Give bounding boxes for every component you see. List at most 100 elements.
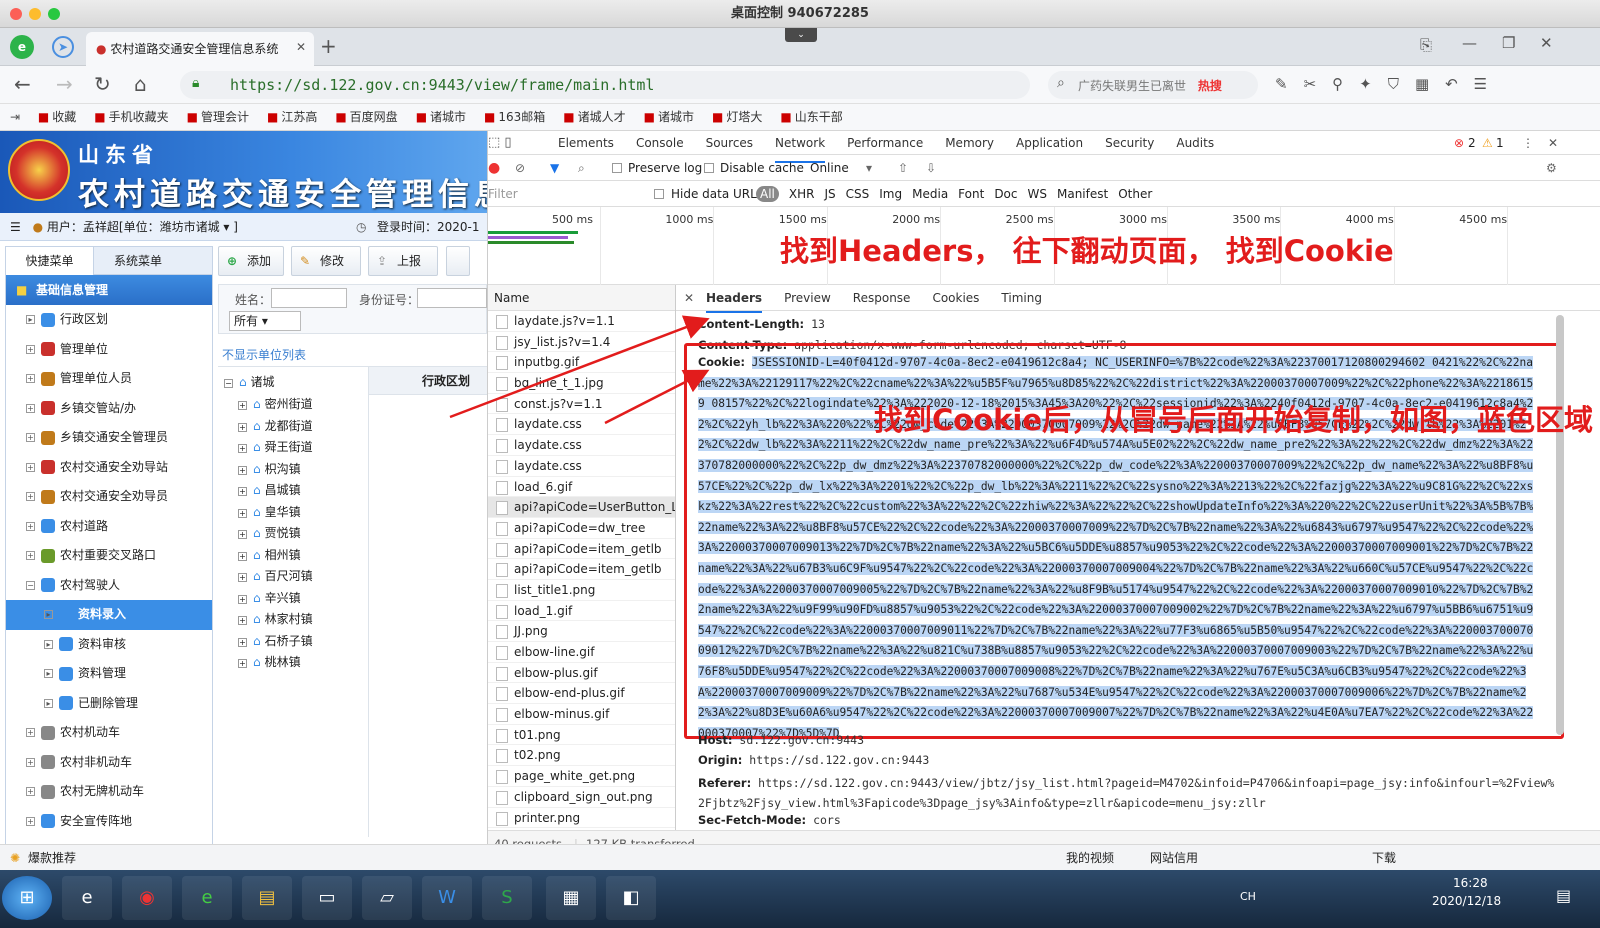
detail-tab-response[interactable]: Response [853,285,911,311]
tree-item[interactable]: + ⌂ 昌城镇 [238,481,301,498]
filter-ws[interactable]: WS [1028,187,1047,201]
request-row[interactable]: api?apiCode=item_getlb [488,559,675,580]
request-row[interactable]: printer.png [488,808,675,829]
settings-icon[interactable]: ⚙ [1546,155,1557,181]
tree-item[interactable]: + ⌂ 枳沟镇 [238,460,301,477]
request-row[interactable]: const.js?v=1.1 [488,394,675,415]
network-app-icon[interactable]: ▦ [546,876,596,920]
edit-button[interactable]: ✎ 修改 [291,246,361,276]
tab-performance[interactable]: Performance [847,131,923,155]
id-input[interactable] [417,288,487,308]
expand-toggle-icon[interactable]: − [26,580,35,590]
site-credit-link[interactable]: 网站信用 [1150,845,1198,871]
expand-toggle-icon[interactable]: ▸ [44,669,53,678]
request-row[interactable]: jsy_list.js?v=1.4 [488,332,675,353]
request-row[interactable]: t02.png [488,745,675,767]
tab-console[interactable]: Console [636,131,684,155]
expand-toggle-icon[interactable]: + [26,462,35,472]
tab-sources[interactable]: Sources [706,131,753,155]
menu-item[interactable]: + 管理单位人员 [6,364,212,394]
language-indicator[interactable]: CH [1240,890,1256,903]
tree-root[interactable]: − ⌂ 诸城 [224,373,274,390]
detail-tab-timing[interactable]: Timing [1001,285,1042,311]
close-window-button[interactable] [10,8,22,20]
back-icon[interactable]: ← [14,74,31,94]
tree-item[interactable]: + ⌂ 辛兴镇 [238,589,301,606]
throttle-select[interactable]: Online [810,155,849,181]
download-link[interactable]: 下载 [1372,845,1396,871]
expand-toggle-icon[interactable]: + [26,492,35,501]
menu-item[interactable]: + 安全宣传阵地 [6,807,212,837]
tab-audits[interactable]: Audits [1176,131,1214,155]
window-close-icon[interactable]: ✕ [1540,34,1553,52]
expand-toggle-icon[interactable]: + [26,757,35,767]
menu-item[interactable]: ▸ 已删除管理 [6,689,212,719]
request-row[interactable]: laydate.css [488,456,675,477]
folder-icon[interactable]: ▤ [242,876,292,920]
record-icon[interactable]: ● [488,155,500,181]
close-devtools-icon[interactable]: ✕ [1548,131,1558,155]
maximize-window-button[interactable] [48,8,60,20]
menu-item[interactable]: + 农村重要交叉路口 [6,541,212,571]
menu-item[interactable]: ▸ 资料管理 [6,659,212,689]
request-row[interactable]: bg_line_t_1.jpg [488,373,675,394]
expand-toggle-icon[interactable]: + [238,530,247,539]
filter-icon[interactable]: ▼ [550,155,559,181]
request-row[interactable]: list_title1.png [488,580,675,601]
filter-css[interactable]: CSS [846,187,870,201]
expand-toggle-icon[interactable]: + [238,444,247,453]
ie-icon[interactable]: e [62,876,112,920]
add-button[interactable]: ⊕ 添加 [218,246,284,276]
detail-tab-headers[interactable]: Headers [706,285,763,313]
tree-item[interactable]: + ⌂ 桃林镇 [238,653,301,670]
url-input[interactable]: 🔒︎ https://sd.122.gov.cn:9443/view/frame… [180,71,1030,99]
minimize-window-button[interactable] [29,8,41,20]
tab-active[interactable]: ● 农村道路交通安全管理信息系统 ✕ [86,32,314,66]
close-tab-icon[interactable]: ✕ [296,40,306,54]
menu-item[interactable]: + 管理单位 [6,335,212,365]
app-icon-red[interactable]: ◉ [122,876,172,920]
inspect-icon[interactable]: ⬚ ▯ [488,131,512,155]
bookmark-item[interactable]: ■ 诸城市 [644,104,694,130]
menu-item[interactable]: + 农村道路 [6,512,212,542]
reload-icon[interactable]: ↻ [94,74,111,94]
user-label[interactable]: 用户：孟祥超[单位：潍坊市诸城 ▾ ] [47,220,238,234]
compass-icon[interactable]: ➤ [52,36,74,58]
window-minimize-icon[interactable]: — [1462,34,1477,52]
name-input[interactable] [271,288,347,308]
tree-item[interactable]: + ⌂ 百尺河镇 [238,567,313,584]
request-row[interactable]: page_white_get.png [488,766,675,787]
chevron-down-icon[interactable]: ⌄ [785,28,817,42]
menu-item[interactable]: − 农村驾驶人 [6,571,212,601]
expand-toggle-icon[interactable]: + [238,659,247,668]
expand-toggle-icon[interactable]: + [26,816,35,826]
export-har-icon[interactable]: ⇩ [926,155,936,181]
spreadsheet-icon[interactable]: S [482,876,532,920]
expand-toggle-icon[interactable]: + [238,422,247,432]
expand-toggle-icon[interactable]: + [26,521,35,531]
expand-toggle-icon[interactable]: + [238,508,247,518]
bookmark-page-icon[interactable]: ⎘ [1420,36,1432,54]
request-row[interactable]: api?apiCode=UserButton_LIST [488,497,675,518]
close-detail-icon[interactable]: ✕ [684,285,694,311]
filter-media[interactable]: Media [912,187,948,201]
filter-img[interactable]: Img [879,187,902,201]
tab-application[interactable]: Application [1016,131,1083,155]
menu-toggle-icon[interactable]: ☰ [10,220,21,234]
request-row[interactable]: elbow-plus.gif [488,663,675,684]
my-video-link[interactable]: 我的视频 [1066,845,1114,871]
request-row[interactable]: t01.png [488,725,675,746]
tree-item[interactable]: + ⌂ 石桥子镇 [238,632,313,649]
expand-toggle-icon[interactable]: + [238,616,247,625]
bookmark-item[interactable]: ■ 江苏高 [267,104,317,130]
filter-manifest[interactable]: Manifest [1057,187,1108,201]
menu-item[interactable]: + 农村交通安全劝导站 [6,453,212,483]
recommend-label[interactable]: 爆款推荐 [28,845,76,871]
browser-icon[interactable]: e [182,876,232,920]
expand-toggle-icon[interactable]: ▸ [26,315,35,324]
menu-item[interactable]: + 农村交通安全劝导员 [6,482,212,512]
menu-item[interactable]: + 农村非机动车 [6,748,212,778]
request-row[interactable]: laydate.css [488,435,675,456]
expand-toggle-icon[interactable]: + [26,433,35,442]
disable-cache-checkbox[interactable] [704,163,714,173]
